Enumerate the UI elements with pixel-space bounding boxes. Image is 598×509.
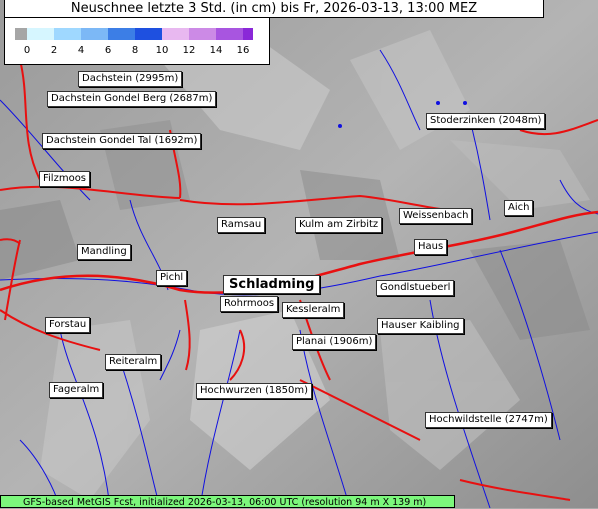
place-label-main[interactable]: Schladming bbox=[223, 275, 321, 294]
legend-color-segment bbox=[15, 28, 27, 40]
place-label[interactable]: Reiteralm bbox=[105, 354, 162, 370]
legend-tick-label: 6 bbox=[104, 45, 112, 56]
place-label[interactable]: Weissenbach bbox=[399, 208, 473, 224]
place-label[interactable]: Filzmoos bbox=[39, 171, 91, 187]
map-title: Neuschnee letzte 3 Std. (in cm) bis Fr, … bbox=[4, 0, 544, 18]
place-label[interactable]: Hochwurzen (1850m) bbox=[196, 383, 313, 399]
place-label[interactable]: Hochwildstelle (2747m) bbox=[425, 412, 552, 428]
legend-color-segment bbox=[162, 28, 189, 40]
place-label[interactable]: Forstau bbox=[45, 317, 91, 333]
legend-color-segment bbox=[27, 28, 54, 40]
legend-color-segment bbox=[108, 28, 135, 40]
legend-tick-label: 0 bbox=[23, 45, 31, 56]
place-label[interactable]: Stoderzinken (2048m) bbox=[426, 113, 546, 129]
place-label[interactable]: Pichl bbox=[156, 270, 188, 286]
legend-tick-label: 8 bbox=[131, 45, 139, 56]
legend-color-segment bbox=[135, 28, 162, 40]
legend-tick-label: 2 bbox=[50, 45, 58, 56]
legend-color-segment bbox=[189, 28, 216, 40]
place-label[interactable]: Aich bbox=[504, 200, 534, 216]
place-label[interactable]: Gondlstueberl bbox=[376, 280, 455, 296]
snow-legend: 0 2 4 6 8 10 12 14 16 bbox=[4, 17, 270, 65]
legend-color-segment bbox=[81, 28, 108, 40]
legend-color-segment bbox=[243, 28, 253, 40]
place-label[interactable]: Hauser Kaibling bbox=[377, 318, 464, 334]
legend-tick-label: 4 bbox=[77, 45, 85, 56]
legend-tick-label: 12 bbox=[182, 45, 196, 56]
place-label[interactable]: Planai (1906m) bbox=[292, 334, 377, 350]
legend-color-segment bbox=[54, 28, 81, 40]
legend-tick-label: 16 bbox=[236, 45, 250, 56]
legend-tick-label: 10 bbox=[155, 45, 169, 56]
legend-color-segment bbox=[216, 28, 243, 40]
place-label[interactable]: Rohrmoos bbox=[220, 296, 279, 312]
place-label[interactable]: Mandling bbox=[77, 244, 131, 260]
place-label[interactable]: Ramsau bbox=[217, 217, 266, 233]
place-label[interactable]: Fageralm bbox=[49, 382, 104, 398]
place-label[interactable]: Kessleralm bbox=[282, 302, 345, 318]
legend-color-scale bbox=[15, 28, 253, 40]
place-label[interactable]: Dachstein (2995m) bbox=[78, 71, 183, 87]
place-label[interactable]: Dachstein Gondel Berg (2687m) bbox=[47, 91, 217, 107]
legend-tick-label: 14 bbox=[209, 45, 223, 56]
place-label[interactable]: Kulm am Zirbitz bbox=[295, 217, 383, 233]
place-label[interactable]: Dachstein Gondel Tal (1692m) bbox=[42, 133, 202, 149]
forecast-footer: GFS-based MetGIS Fcst, initialized 2026-… bbox=[0, 495, 455, 508]
place-label[interactable]: Haus bbox=[414, 239, 448, 255]
